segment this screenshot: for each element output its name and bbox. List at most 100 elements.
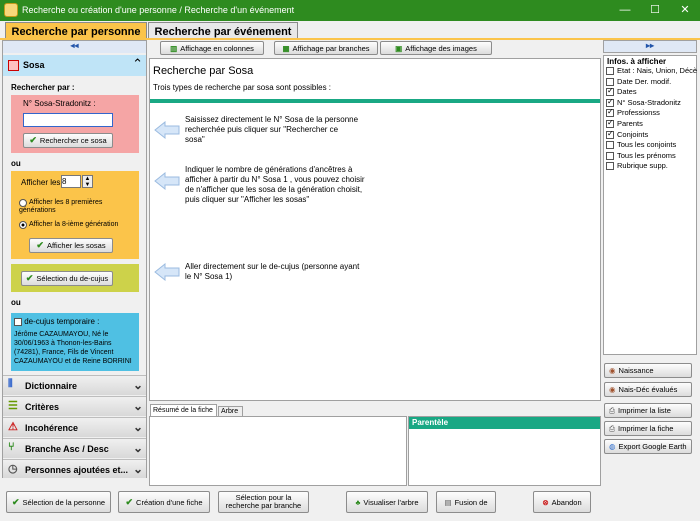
info-option-item[interactable]: Rubrique supp. xyxy=(606,161,668,171)
section-personnes-ajoutees[interactable]: ◷ Personnes ajoutées et... ⌄ xyxy=(3,459,146,478)
imprimer-liste-button[interactable]: ⎙ Imprimer la liste xyxy=(604,403,692,418)
checkbox-icon[interactable] xyxy=(606,151,614,160)
info-option-label: N° Sosa-Stradonitz xyxy=(617,97,681,107)
close-button[interactable]: ✕ xyxy=(670,0,700,21)
info-option-label: Tous les conjoints xyxy=(617,140,677,150)
section-criteres[interactable]: ☰ Critères ⌄ xyxy=(3,396,146,416)
info-option-item[interactable]: Tous les prénoms xyxy=(606,151,676,160)
ou-label-2: ou xyxy=(11,298,21,307)
tab-recherche-evenement[interactable]: Recherche par événement xyxy=(148,22,298,39)
title-bar: Recherche ou création d'une personne / R… xyxy=(0,0,700,21)
generation-count-input[interactable] xyxy=(61,175,81,188)
arrow-left-icon xyxy=(154,172,180,190)
export-google-earth-button[interactable]: ◍ Export Google Earth xyxy=(604,439,692,454)
chevron-down-icon[interactable]: ⌄ xyxy=(133,441,143,455)
info-option-label: Dates xyxy=(617,87,637,97)
warning-icon: ⚠ xyxy=(8,421,18,433)
sosa-number-input[interactable] xyxy=(23,113,113,127)
nais-dec-button[interactable]: ◉ Nais-Déc évalués xyxy=(604,382,692,397)
print-icon: ⎙ xyxy=(609,405,615,415)
info-option-item[interactable]: Conjoints xyxy=(606,129,648,139)
info-option-item[interactable]: Parents xyxy=(606,118,643,129)
affichage-branches-label: Affichage par branches xyxy=(292,43,370,53)
selection-personne-button[interactable]: ✔ Sélection de la personne xyxy=(6,491,111,513)
birth-icon: ◉ xyxy=(609,366,616,375)
info-option-label: Tous les prénoms xyxy=(617,150,676,160)
selection-decujus-button[interactable]: ✔ Sélection du de-cujus xyxy=(21,271,113,286)
section-incoherence[interactable]: ⚠ Incohérence ⌄ xyxy=(3,417,146,437)
checkbox-icon[interactable] xyxy=(606,129,614,139)
chevron-up-icon[interactable]: ⌃ xyxy=(132,56,143,72)
window-title: Recherche ou création d'une personne / R… xyxy=(22,5,295,15)
person-icon: ◉ xyxy=(609,385,616,394)
instruction-3: Aller directement sur le de-cujus (perso… xyxy=(185,262,360,281)
rechercher-sosa-label: Rechercher ce sosa xyxy=(39,136,107,145)
fusion-button[interactable]: ▤ Fusion de xyxy=(436,491,496,513)
checkbox-icon[interactable] xyxy=(606,141,614,150)
checkbox-icon[interactable] xyxy=(606,162,614,171)
sosa-section-header[interactable]: Sosa ⌃ xyxy=(3,55,146,76)
section-dictionnaire[interactable]: ⫴ Dictionnaire ⌄ xyxy=(3,375,146,395)
radio-selected-icon[interactable] xyxy=(19,221,27,229)
affichage-colonnes-button[interactable]: ▥ Affichage en colonnes xyxy=(160,41,264,55)
minimize-button[interactable]: — xyxy=(610,0,640,21)
radio-icon[interactable] xyxy=(19,199,27,207)
option-premieres-generations[interactable]: Afficher les 8 premières générations xyxy=(19,199,134,214)
images-icon: ▣ xyxy=(395,43,403,53)
generation-stepper[interactable]: ▲ ▼ xyxy=(82,175,93,188)
chevron-down-icon[interactable]: ⌄ xyxy=(133,420,143,434)
section-branche[interactable]: ⑂ Branche Asc / Desc ⌄ xyxy=(3,438,146,458)
option-ieme-generation[interactable]: Afficher la 8-ième génération xyxy=(19,221,134,229)
maximize-button[interactable]: ☐ xyxy=(640,0,670,21)
selection-branche-button[interactable]: Sélection pour la recherche par branche xyxy=(218,491,309,513)
decujus-temporaire-text: Jérôme CAZAUMAYOU, Né le 30/06/1963 à Th… xyxy=(14,331,132,365)
visualiser-arbre-button[interactable]: ♣ Visualiser l'arbre xyxy=(346,491,428,513)
creation-fiche-label: Création d'une fiche xyxy=(136,497,203,507)
criteres-label: Critères xyxy=(25,402,60,412)
personnes-ajoutees-label: Personnes ajoutées et... xyxy=(25,465,129,475)
creation-fiche-button[interactable]: ✔ Création d'une fiche xyxy=(118,491,210,513)
decujus-temporaire-box: de-cujus temporaire : Jérôme CAZAUMAYOU,… xyxy=(11,313,139,371)
rechercher-sosa-button[interactable]: ✔ Rechercher ce sosa xyxy=(23,133,113,148)
checkbox-icon[interactable] xyxy=(14,317,22,326)
checkbox-icon[interactable] xyxy=(606,97,614,107)
afficher-label: Afficher les xyxy=(21,178,61,187)
abandon-button[interactable]: ⊗ Abandon xyxy=(533,491,591,513)
afficher-sosas-button[interactable]: ✔ Afficher les sosas xyxy=(29,238,113,253)
expand-right-button[interactable]: ▸▸ xyxy=(603,40,697,53)
decujus-temporaire-checkbox[interactable]: de-cujus temporaire : xyxy=(14,317,99,326)
collapse-left-button[interactable]: ◂◂ xyxy=(3,41,146,53)
imprimer-fiche-button[interactable]: ⎙ Imprimer la fiche xyxy=(604,421,692,436)
info-option-item[interactable]: Tous les conjoints xyxy=(606,140,677,150)
resume-panel xyxy=(149,416,407,486)
tab-recherche-personne[interactable]: Recherche par personne xyxy=(5,22,147,39)
info-option-label: Parents xyxy=(617,119,643,128)
checkbox-icon[interactable] xyxy=(606,67,614,76)
tree-icon: ♣ xyxy=(355,497,361,507)
chevron-down-icon[interactable]: ⌄ xyxy=(133,399,143,413)
info-option-item[interactable]: Date Der. modif. xyxy=(606,77,671,86)
chevron-down-icon[interactable]: ⌄ xyxy=(133,378,143,392)
checkbox-icon[interactable] xyxy=(606,86,614,97)
checkbox-icon[interactable] xyxy=(606,77,614,86)
selection-decujus-label: Sélection du de-cujus xyxy=(36,274,109,283)
checkbox-icon[interactable] xyxy=(606,118,614,129)
info-option-item[interactable]: Dates xyxy=(606,86,637,97)
arrow-left-icon xyxy=(154,121,180,139)
columns-icon: ▥ xyxy=(170,43,178,53)
info-option-item[interactable]: Etat : Nais, Union, Décè xyxy=(606,66,697,76)
naissance-button[interactable]: ◉ Naissance xyxy=(604,363,692,378)
visualiser-arbre-label: Visualiser l'arbre xyxy=(363,497,419,507)
affichage-images-button[interactable]: ▣ Affichage des images xyxy=(380,41,492,55)
page-subtitle: Trois types de recherche par sosa sont p… xyxy=(153,83,332,92)
sosa-icon xyxy=(8,60,19,71)
affichage-branches-button[interactable]: ▦ Affichage par branches xyxy=(274,41,378,55)
imprimer-liste-label: Imprimer la liste xyxy=(618,406,671,415)
checkbox-icon[interactable] xyxy=(606,107,614,118)
info-option-item[interactable]: Professionss xyxy=(606,107,660,118)
rechercher-par-label: Rechercher par : xyxy=(11,83,75,92)
instruction-1: Saisissez directement le N° Sosa de la p… xyxy=(185,115,359,144)
info-option-item[interactable]: N° Sosa-Stradonitz xyxy=(606,97,681,107)
chevron-down-icon[interactable]: ⌄ xyxy=(133,462,143,476)
print-icon: ⎙ xyxy=(609,423,615,433)
